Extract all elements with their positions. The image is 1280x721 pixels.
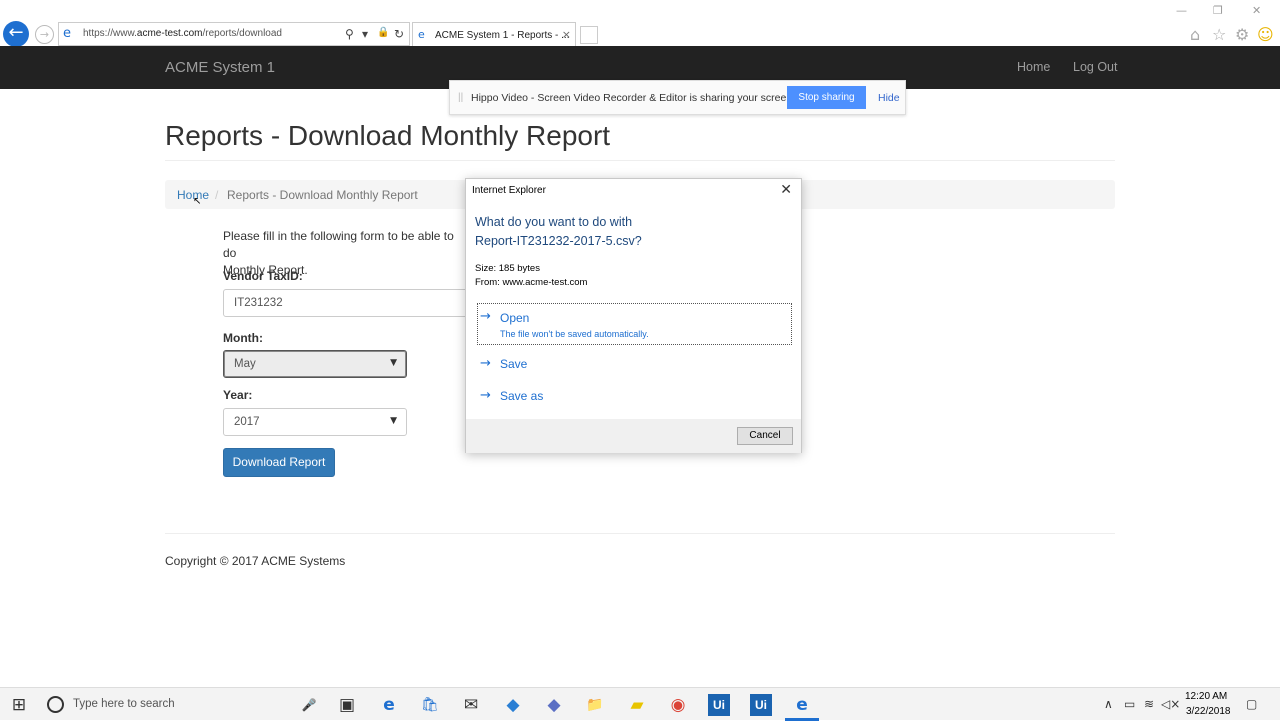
year-label: Year: <box>223 388 253 402</box>
tab-title: ACME System 1 - Reports - ... <box>435 30 570 41</box>
save-option[interactable]: Save <box>500 357 527 371</box>
vendor-taxid-value: IT231232 <box>234 297 283 309</box>
title-divider <box>165 160 1115 161</box>
lock-icon[interactable]: 🔒 <box>377 27 389 38</box>
restore-icon[interactable]: ❐ <box>1213 4 1223 17</box>
chevron-down-icon[interactable]: ▾ <box>362 27 368 41</box>
form-intro-line1: Please fill in the following form to be … <box>223 229 454 260</box>
close-icon[interactable]: ✕ <box>780 182 792 198</box>
open-option-label[interactable]: Open <box>500 311 529 325</box>
arrow-right-icon: → <box>480 356 491 371</box>
mail-icon[interactable]: ✉ <box>460 694 482 716</box>
url-domain: acme-test.com <box>136 28 203 39</box>
store-icon[interactable]: 🛍 <box>419 694 441 716</box>
chrome-icon[interactable]: ◉ <box>667 694 689 716</box>
smiley-feedback-icon[interactable]: ☺ <box>1257 25 1274 44</box>
chevron-down-icon: ▼ <box>390 358 397 368</box>
uipath-robot-icon[interactable]: Ui <box>750 694 772 716</box>
file-explorer-icon[interactable]: 📁 <box>584 694 606 716</box>
search-icon[interactable]: ⚲ <box>345 27 354 41</box>
uipath-studio-icon[interactable]: Ui <box>708 694 730 716</box>
vendor-taxid-input[interactable]: IT231232 <box>223 289 468 317</box>
browser-tab[interactable]: e ACME System 1 - Reports - ... × <box>412 22 576 46</box>
forward-arrow-icon[interactable]: → <box>35 25 54 44</box>
sharing-message: Hippo Video - Screen Video Recorder & Ed… <box>471 92 796 104</box>
sticky-notes-icon[interactable]: ▰ <box>626 694 648 716</box>
screen-sharing-bar: || Hippo Video - Screen Video Recorder &… <box>449 80 906 115</box>
dialog-question-line1: What do you want to do with <box>475 215 633 229</box>
stop-sharing-button[interactable]: Stop sharing <box>787 86 866 109</box>
refresh-icon[interactable]: ↻ <box>394 27 404 41</box>
app-icon[interactable]: ◆ <box>502 694 524 716</box>
arrow-right-icon: → <box>480 388 491 403</box>
copyright-text: Copyright © 2017 ACME Systems <box>165 554 346 568</box>
gear-icon[interactable]: ⚙ <box>1235 25 1249 44</box>
drag-grip-icon[interactable]: || <box>458 92 463 103</box>
file-source-text: From: www.acme-test.com <box>475 277 588 288</box>
minimize-icon[interactable]: — <box>1176 4 1187 17</box>
dialog-question-line2: Report-IT231232-2017-5.csv? <box>475 234 642 248</box>
url-text[interactable]: https://www.acme-test.com/reports/downlo… <box>83 28 282 39</box>
address-bar[interactable]: e https://www.acme-test.com/reports/down… <box>58 22 410 46</box>
internet-explorer-icon[interactable]: e <box>791 694 813 716</box>
windows-taskbar: ⊞ Type here to search 🎤 ▣ e 🛍 ✉ ◆ ◆ 📁 ▰ … <box>0 687 1280 721</box>
favorites-star-icon[interactable]: ☆ <box>1212 25 1226 44</box>
footer-divider <box>165 533 1115 534</box>
browser-chrome: ← → e https://www.acme-test.com/reports/… <box>0 0 1280 47</box>
task-view-icon[interactable]: ▣ <box>336 694 358 716</box>
notification-icon[interactable]: ▢ <box>1246 697 1257 711</box>
chevron-down-icon: ▼ <box>390 416 397 426</box>
wifi-icon[interactable]: ≋ <box>1144 697 1154 711</box>
window-close-icon[interactable]: ✕ <box>1252 4 1261 17</box>
home-icon[interactable]: ⌂ <box>1190 25 1200 44</box>
new-tab-button[interactable] <box>580 26 598 44</box>
download-dialog: Internet Explorer ✕ What do you want to … <box>465 178 802 453</box>
page-title: Reports - Download Monthly Report <box>165 120 611 151</box>
breadcrumb-current: Reports - Download Monthly Report <box>227 188 418 202</box>
breadcrumb-separator: / <box>215 188 219 202</box>
battery-icon[interactable]: ▭ <box>1124 697 1135 711</box>
ie-page-icon: e <box>63 26 71 41</box>
back-arrow-icon[interactable]: ← <box>3 21 29 47</box>
dialog-title: Internet Explorer <box>472 185 546 196</box>
app-icon-2[interactable]: ◆ <box>543 694 565 716</box>
month-value: May <box>234 358 256 370</box>
cancel-button[interactable]: Cancel <box>737 427 793 445</box>
arrow-right-icon: → <box>480 309 491 324</box>
taskbar-search-input[interactable]: Type here to search <box>73 698 175 710</box>
brand-link[interactable]: ACME System 1 <box>165 59 275 76</box>
microphone-icon[interactable]: 🎤 <box>298 694 320 716</box>
year-select[interactable]: 2017 ▼ <box>223 408 407 436</box>
month-label: Month: <box>223 331 263 345</box>
nav-logout-link[interactable]: Log Out <box>1073 60 1117 74</box>
nav-home-link[interactable]: Home <box>1017 60 1050 74</box>
edge-browser-icon[interactable]: e <box>378 694 400 716</box>
url-prefix: https://www. <box>83 28 137 39</box>
save-as-option[interactable]: Save as <box>500 389 543 403</box>
file-size-text: Size: 185 bytes <box>475 263 540 274</box>
cortana-icon[interactable] <box>47 696 64 713</box>
vendor-taxid-label: Vendor TaxID: <box>223 269 303 283</box>
download-report-button[interactable]: Download Report <box>223 448 335 477</box>
hide-sharing-link[interactable]: Hide <box>878 92 900 104</box>
open-option-subtext: The file won't be saved automatically. <box>500 329 649 339</box>
clock-time[interactable]: 12:20 AM <box>1185 691 1227 702</box>
ie-tab-icon: e <box>418 28 425 41</box>
volume-muted-icon[interactable]: ◁× <box>1161 697 1180 711</box>
url-path: /reports/download <box>202 28 282 39</box>
clock-date[interactable]: 3/22/2018 <box>1186 706 1231 717</box>
year-value: 2017 <box>234 416 260 428</box>
mouse-pointer-icon: ↖ <box>193 196 202 207</box>
close-tab-icon[interactable]: × <box>562 28 571 41</box>
tray-expand-icon[interactable]: ∧ <box>1104 697 1113 711</box>
windows-start-icon[interactable]: ⊞ <box>8 694 30 716</box>
month-select[interactable]: May ▼ <box>223 350 407 378</box>
